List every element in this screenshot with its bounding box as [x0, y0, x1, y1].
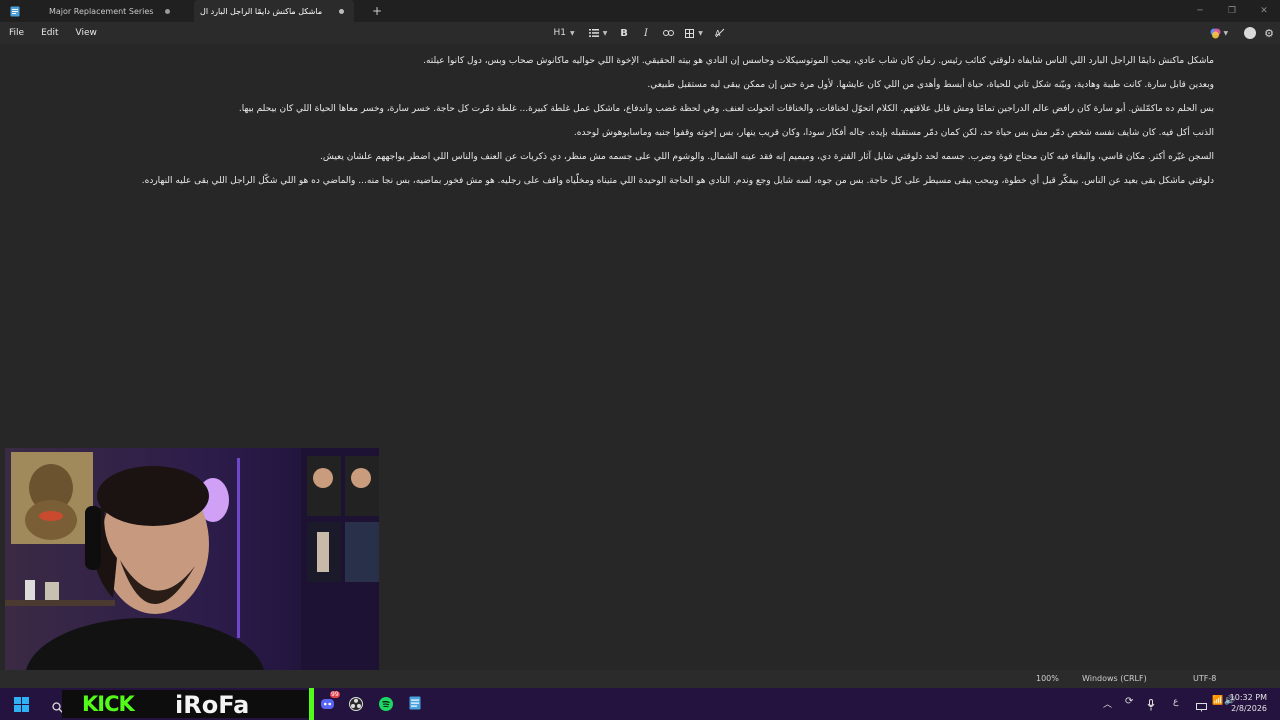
close-icon[interactable]: ✕ [1248, 6, 1280, 16]
paragraph[interactable]: دلوقتي ماشكل بقى بعيد عن الناس. بيفكّر ق… [142, 175, 1214, 187]
display-icon[interactable] [1196, 697, 1207, 716]
line-ending[interactable]: Windows (CRLF) [1082, 674, 1147, 683]
notification-badge: 99 [330, 691, 340, 698]
minimize-icon[interactable]: ─ [1184, 6, 1216, 16]
notepad-app-icon [8, 4, 22, 18]
tab-major-replacement[interactable]: Major Replacement Series [22, 0, 180, 22]
chevron-down-icon: ▼ [569, 29, 575, 37]
webcam-scene [5, 448, 379, 682]
list-icon [588, 29, 599, 37]
paragraph[interactable]: السجن غيّره أكتر. مكان قاسي، والبقاء فيه… [320, 151, 1214, 163]
status-bar: 100% Windows (CRLF) UTF-8 [0, 670, 1280, 688]
paragraph[interactable]: بس الحلم ده ماكمّلش. أبو سارة كان رافض ع… [239, 103, 1214, 115]
chevron-down-icon: ▼ [1223, 29, 1229, 37]
copilot-dropdown[interactable]: ▼ [1210, 28, 1229, 39]
right-tools: ▼ ⚙ [1210, 22, 1274, 44]
input-language-indicator[interactable]: ع [1173, 697, 1178, 707]
window-controls: ─ ❐ ✕ [1184, 0, 1280, 22]
maximize-icon[interactable]: ❐ [1216, 6, 1248, 16]
heading-dropdown[interactable]: H1 ▼ [545, 22, 583, 44]
clock-date: 2/8/2026 [1231, 704, 1267, 713]
spotify-icon[interactable] [379, 696, 393, 715]
menu-file[interactable]: File [1, 28, 32, 38]
tab-title: ماشكل ماكنش دايمًا الراجل البارد ال [200, 6, 323, 16]
taskbar: KICK iRoFa 99 ︿ ⟳ ع 📶 🔊 10:32 PM 2/8/202… [0, 688, 1280, 720]
clock[interactable]: 10:32 PM 2/8/2026 [1230, 692, 1267, 714]
list-dropdown[interactable]: ▼ [583, 22, 613, 44]
format-toolbar: H1 ▼ ▼ B I ▼ A [545, 22, 731, 44]
unsaved-dot-icon[interactable] [339, 8, 344, 14]
chevron-down-icon: ▼ [698, 29, 703, 37]
obs-icon[interactable] [349, 696, 363, 715]
encoding[interactable]: UTF-8 [1193, 674, 1216, 683]
table-dropdown[interactable]: ▼ [679, 22, 709, 44]
italic-icon[interactable]: I [635, 22, 657, 44]
table-icon [685, 28, 695, 38]
zoom-level[interactable]: 100% [1036, 674, 1059, 683]
discord-icon[interactable]: 99 [320, 691, 340, 710]
unsaved-dot-icon[interactable] [165, 8, 170, 14]
copilot-icon [1210, 28, 1220, 38]
menu-bar: File Edit View H1 ▼ ▼ B I ▼ A ▼ ⚙ [0, 22, 1280, 44]
paragraph[interactable]: ماشكل ماكنش دايمًا الراجل البارد اللي ال… [423, 55, 1214, 67]
account-avatar-icon[interactable] [1244, 27, 1257, 39]
paragraph[interactable]: الذنب أكل فيه. كان شايف نفسه شخص دمّر مش… [574, 127, 1214, 139]
heading-label: H1 [553, 28, 566, 38]
tab-title: Major Replacement Series [49, 6, 154, 16]
clear-formatting-icon[interactable]: A [709, 22, 731, 44]
clock-time: 10:32 PM [1229, 693, 1267, 702]
sync-icon[interactable]: ⟳ [1125, 696, 1133, 707]
streamer-name: iRoFa [175, 691, 250, 719]
bold-icon[interactable]: B [613, 22, 635, 44]
link-icon[interactable] [657, 22, 679, 44]
kick-logo: KICK [82, 692, 135, 716]
menu-view[interactable]: View [68, 28, 105, 38]
title-bar: Major Replacement Series ماشكل ماكنش داي… [0, 0, 1280, 22]
microphone-icon[interactable] [1147, 696, 1155, 715]
wifi-icon[interactable]: 📶 [1212, 696, 1223, 706]
show-hidden-icons-chevron-icon[interactable]: ︿ [1103, 697, 1112, 710]
paragraph[interactable]: وبعدين قابل سارة. كانت طيبة وهادية، وبيّ… [647, 79, 1214, 91]
webcam-overlay [5, 448, 379, 682]
tab-active-document[interactable]: ماشكل ماكنش دايمًا الراجل البارد ال [194, 0, 354, 22]
notepad-taskbar-icon[interactable] [409, 695, 421, 714]
overlay-accent-bar [309, 688, 314, 720]
windows-start-icon[interactable] [14, 697, 29, 716]
chevron-down-icon: ▼ [602, 29, 608, 37]
settings-gear-icon[interactable]: ⚙ [1264, 27, 1274, 40]
new-tab-plus-icon[interactable]: + [366, 0, 388, 22]
menu-edit[interactable]: Edit [33, 28, 66, 38]
